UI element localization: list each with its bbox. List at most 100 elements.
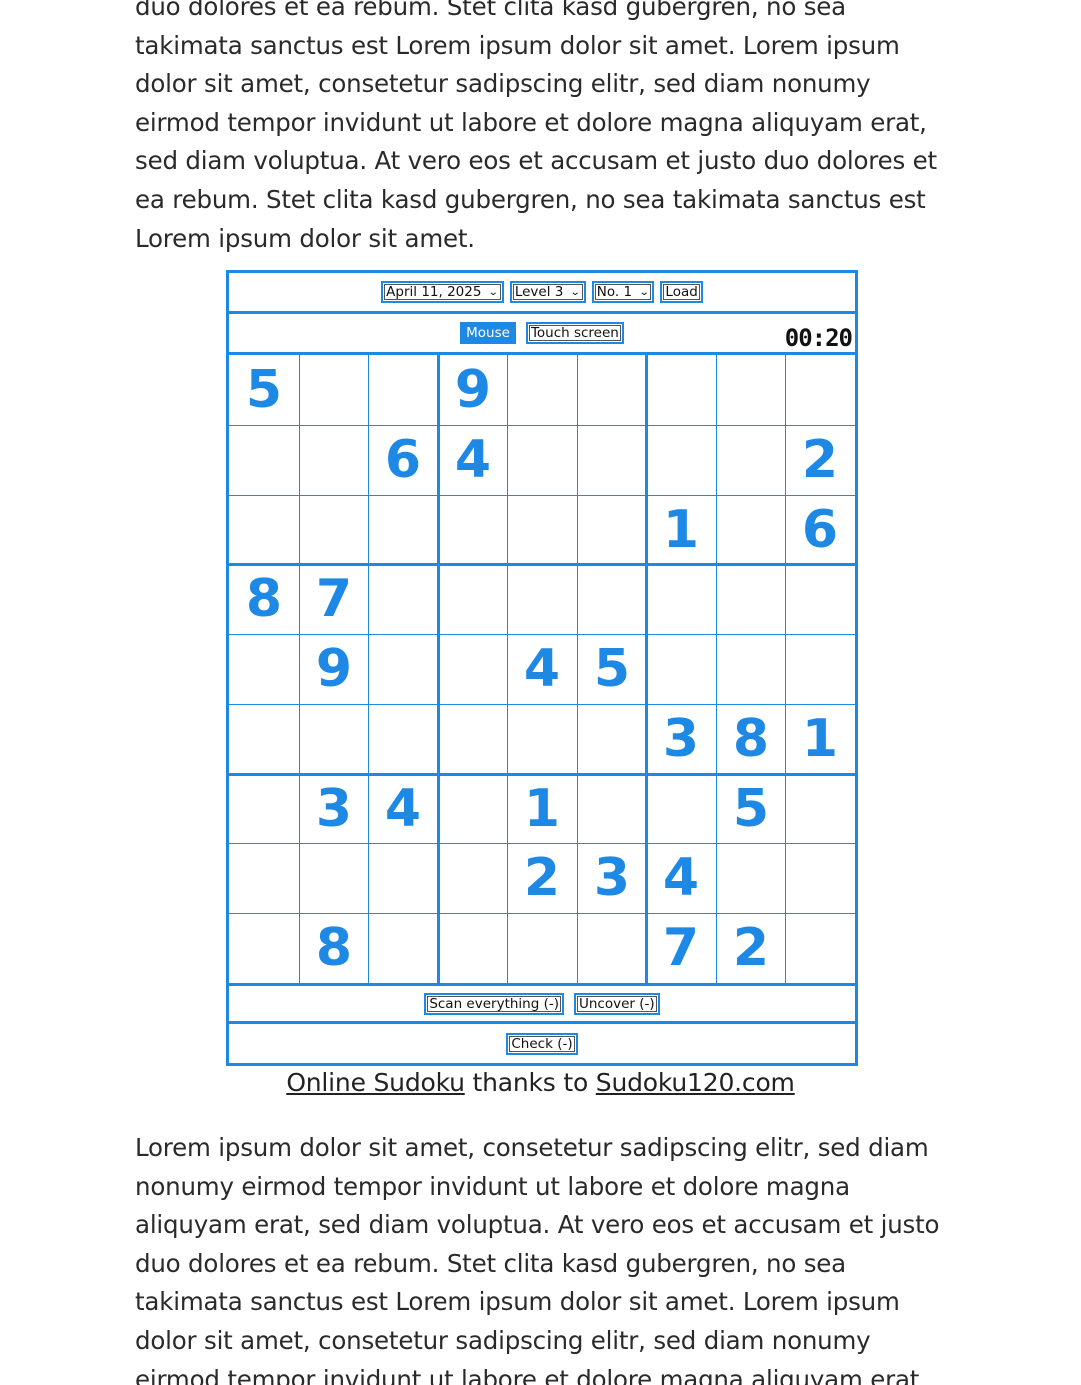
sudoku-cell[interactable]: 3 [577, 843, 647, 913]
sudoku-cell[interactable]: 2 [785, 425, 855, 495]
sudoku-cell[interactable] [716, 425, 786, 495]
paragraph-line: Lorem ipsum dolor sit amet, consetetur s… [135, 1133, 929, 1162]
sudoku-cell[interactable] [438, 913, 508, 983]
check-button[interactable]: Check (-) [506, 1032, 578, 1055]
sudoku-cell[interactable] [577, 355, 647, 425]
sudoku-cell[interactable] [438, 564, 508, 634]
sudoku-cell[interactable]: 5 [577, 634, 647, 704]
sudoku-cell[interactable] [785, 355, 855, 425]
mouse-mode-button[interactable]: Mouse [460, 322, 516, 344]
sudoku-cell[interactable] [716, 564, 786, 634]
sudoku-cell[interactable]: 9 [299, 634, 369, 704]
sudoku-cell[interactable] [368, 843, 438, 913]
sudoku-cell[interactable]: 3 [646, 704, 716, 774]
sudoku-cell[interactable] [577, 774, 647, 844]
sudoku-cell[interactable] [299, 355, 369, 425]
sudoku-cell[interactable] [368, 355, 438, 425]
sudoku-cell[interactable] [716, 634, 786, 704]
paragraph-line: duo dolores et ea rebum. Stet clita kasd… [135, 1248, 846, 1278]
sudoku-cell[interactable] [438, 843, 508, 913]
sudoku-cell[interactable] [368, 564, 438, 634]
sudoku-cell[interactable]: 8 [716, 704, 786, 774]
sudoku-cell[interactable]: 7 [646, 913, 716, 983]
uncover-button[interactable]: Uncover (-) [574, 992, 660, 1015]
sudoku-cell[interactable]: 5 [716, 774, 786, 844]
sudoku-cell[interactable] [438, 634, 508, 704]
sudoku-cell[interactable] [577, 704, 647, 774]
paragraph-line: takimata sanctus est Lorem ipsum dolor s… [135, 1287, 900, 1317]
sudoku-cell[interactable] [299, 843, 369, 913]
sudoku-cell[interactable] [507, 495, 577, 565]
sudoku-cell[interactable] [785, 634, 855, 704]
sudoku-cell[interactable] [299, 425, 369, 495]
sudoku-cell[interactable]: 6 [785, 495, 855, 565]
sudoku-cell[interactable]: 1 [785, 704, 855, 774]
paragraph-line: eirmod tempor invidunt ut labore et dolo… [135, 1364, 927, 1385]
sudoku-cell[interactable]: 7 [299, 564, 369, 634]
sudoku-cell[interactable] [368, 495, 438, 565]
sudoku-cell[interactable] [785, 843, 855, 913]
sudoku120-link[interactable]: Sudoku120.com [596, 1068, 795, 1097]
online-sudoku-link[interactable]: Online Sudoku [286, 1068, 465, 1097]
sudoku-cell[interactable] [229, 704, 299, 774]
sudoku-cell[interactable]: 2 [716, 913, 786, 983]
date-select[interactable]: April 11, 2025 ⌄ [381, 281, 504, 303]
sudoku-cell[interactable]: 5 [229, 355, 299, 425]
sudoku-cell[interactable] [229, 774, 299, 844]
sudoku-cell[interactable] [229, 634, 299, 704]
sudoku-cell[interactable] [577, 913, 647, 983]
sudoku-cell[interactable] [577, 564, 647, 634]
sudoku-cell[interactable] [646, 634, 716, 704]
sudoku-cell[interactable] [438, 774, 508, 844]
sudoku-cell[interactable]: 4 [438, 425, 508, 495]
sudoku-cell[interactable] [785, 564, 855, 634]
sudoku-cell[interactable] [646, 774, 716, 844]
sudoku-cell[interactable] [577, 425, 647, 495]
scan-everything-button[interactable]: Scan everything (-) [424, 992, 564, 1015]
sudoku-cell[interactable] [229, 843, 299, 913]
sudoku-cell[interactable] [716, 843, 786, 913]
sudoku-cell[interactable] [577, 495, 647, 565]
sudoku-cell[interactable]: 3 [299, 774, 369, 844]
sudoku-cell[interactable] [716, 355, 786, 425]
sudoku-cell[interactable]: 4 [507, 634, 577, 704]
level-select[interactable]: Level 3 ⌄ [509, 281, 586, 303]
sudoku-cell[interactable] [368, 913, 438, 983]
sudoku-cell[interactable] [229, 913, 299, 983]
sudoku-cell[interactable] [507, 564, 577, 634]
sudoku-cell[interactable] [646, 564, 716, 634]
sudoku-cell[interactable]: 8 [229, 564, 299, 634]
sudoku-cell[interactable]: 1 [646, 495, 716, 565]
sudoku-cell[interactable] [229, 495, 299, 565]
sudoku-cell[interactable]: 9 [438, 355, 508, 425]
sudoku-cell[interactable] [507, 355, 577, 425]
number-select[interactable]: No. 1 ⌄ [591, 281, 655, 303]
paragraph-line: aliquyam erat, sed diam voluptua. At ver… [135, 1210, 940, 1240]
sudoku-cell[interactable] [368, 634, 438, 704]
article-paragraph-top: duo dolores et ea rebum. Stet clita kasd… [135, 0, 945, 258]
sudoku-cell[interactable] [507, 425, 577, 495]
sudoku-widget: April 11, 2025 ⌄ Level 3 ⌄ No. 1 ⌄ Load … [226, 270, 858, 1066]
sudoku-cell[interactable] [716, 495, 786, 565]
sudoku-cell[interactable]: 4 [646, 843, 716, 913]
sudoku-cell[interactable] [507, 913, 577, 983]
sudoku-cell[interactable] [368, 704, 438, 774]
sudoku-cell[interactable] [299, 704, 369, 774]
sudoku-cell[interactable]: 8 [299, 913, 369, 983]
sudoku-cell[interactable]: 1 [507, 774, 577, 844]
sudoku-cell[interactable]: 4 [368, 774, 438, 844]
sudoku-cell[interactable] [507, 704, 577, 774]
sudoku-cell[interactable] [646, 355, 716, 425]
touch-screen-mode-button[interactable]: Touch screen [525, 322, 624, 344]
sudoku-cell[interactable] [299, 495, 369, 565]
sudoku-cell[interactable]: 6 [368, 425, 438, 495]
load-button[interactable]: Load [660, 281, 703, 303]
sudoku-cell[interactable] [438, 495, 508, 565]
sudoku-cell[interactable] [438, 704, 508, 774]
sudoku-cell[interactable]: 2 [507, 843, 577, 913]
sudoku-cell[interactable] [229, 425, 299, 495]
sudoku-cell[interactable] [785, 913, 855, 983]
paragraph-line: duo dolores et ea rebum. Stet clita kasd… [135, 0, 846, 21]
sudoku-cell[interactable] [646, 425, 716, 495]
sudoku-cell[interactable] [785, 774, 855, 844]
